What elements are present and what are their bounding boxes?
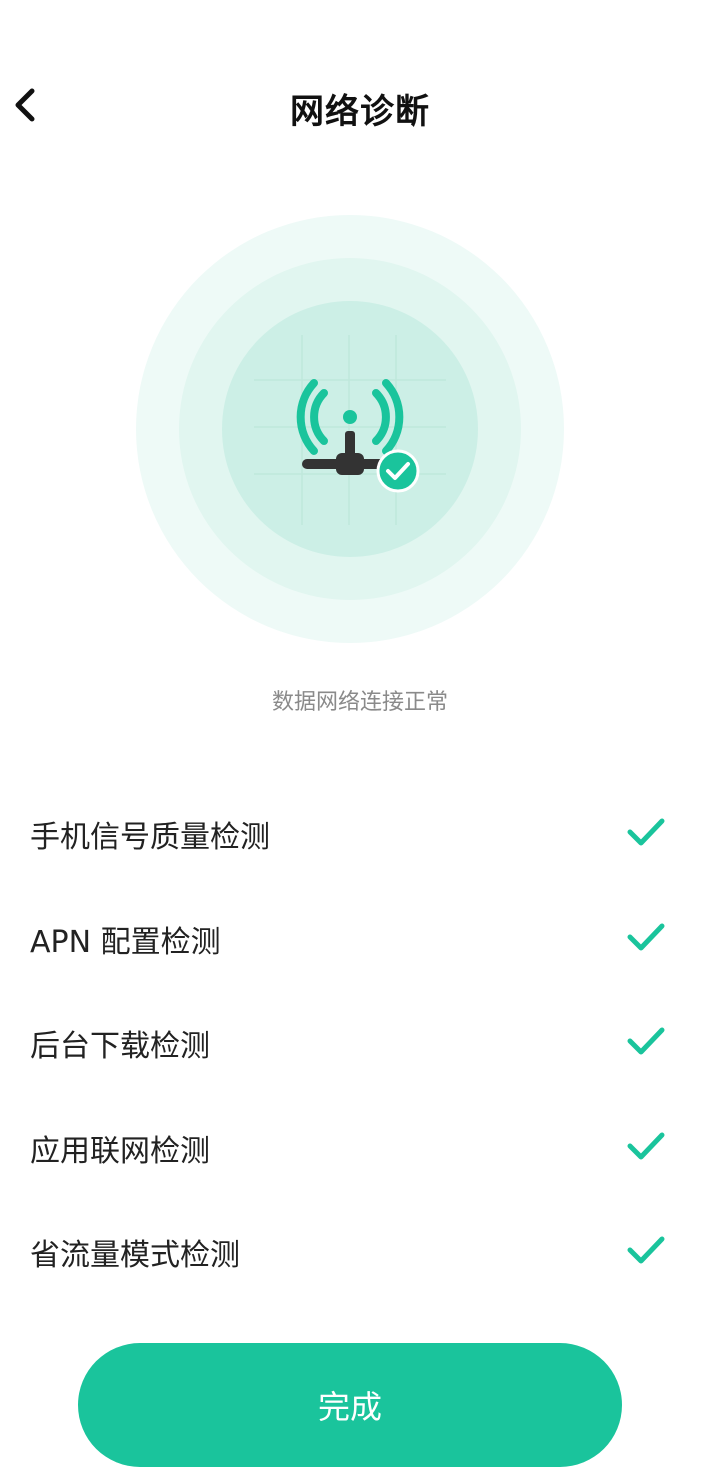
status-bar bbox=[0, 0, 720, 10]
inner-ring bbox=[222, 301, 478, 557]
check-item-data-saver: 省流量模式检测 bbox=[0, 1198, 720, 1303]
check-label: 后台下载检测 bbox=[30, 1029, 210, 1064]
check-item-apn-config: APN 配置检测 bbox=[0, 885, 720, 990]
check-label: 手机信号质量检测 bbox=[30, 820, 270, 855]
check-list: 手机信号质量检测 APN 配置检测 后台下载检测 应用联网检测 省流量模式检测 bbox=[0, 780, 720, 1303]
network-diagnosis-screen: 网络诊断 数据网络连接正常 手机信号质量检测 APN 配置检测 后台下载检测 应… bbox=[0, 0, 720, 1478]
check-circle-icon bbox=[376, 449, 420, 493]
checkmark-icon bbox=[627, 1132, 665, 1159]
check-label: 省流量模式检测 bbox=[30, 1238, 240, 1273]
checkmark-icon bbox=[627, 923, 665, 950]
checkmark-icon bbox=[627, 1236, 665, 1264]
check-label: APN 配置检测 bbox=[30, 924, 221, 960]
header: 网络诊断 bbox=[0, 60, 720, 150]
done-button[interactable]: 完成 bbox=[78, 1343, 622, 1467]
check-item-app-network: 应用联网检测 bbox=[0, 1094, 720, 1199]
check-label: 应用联网检测 bbox=[30, 1133, 210, 1169]
check-item-signal-quality: 手机信号质量检测 bbox=[0, 780, 720, 885]
diagnosis-illustration bbox=[136, 215, 564, 643]
checkmark-icon bbox=[627, 818, 665, 846]
page-title: 网络诊断 bbox=[290, 92, 430, 132]
status-message: 数据网络连接正常 bbox=[271, 690, 448, 715]
check-item-background-download: 后台下载检测 bbox=[0, 989, 720, 1094]
checkmark-icon bbox=[627, 1027, 665, 1055]
